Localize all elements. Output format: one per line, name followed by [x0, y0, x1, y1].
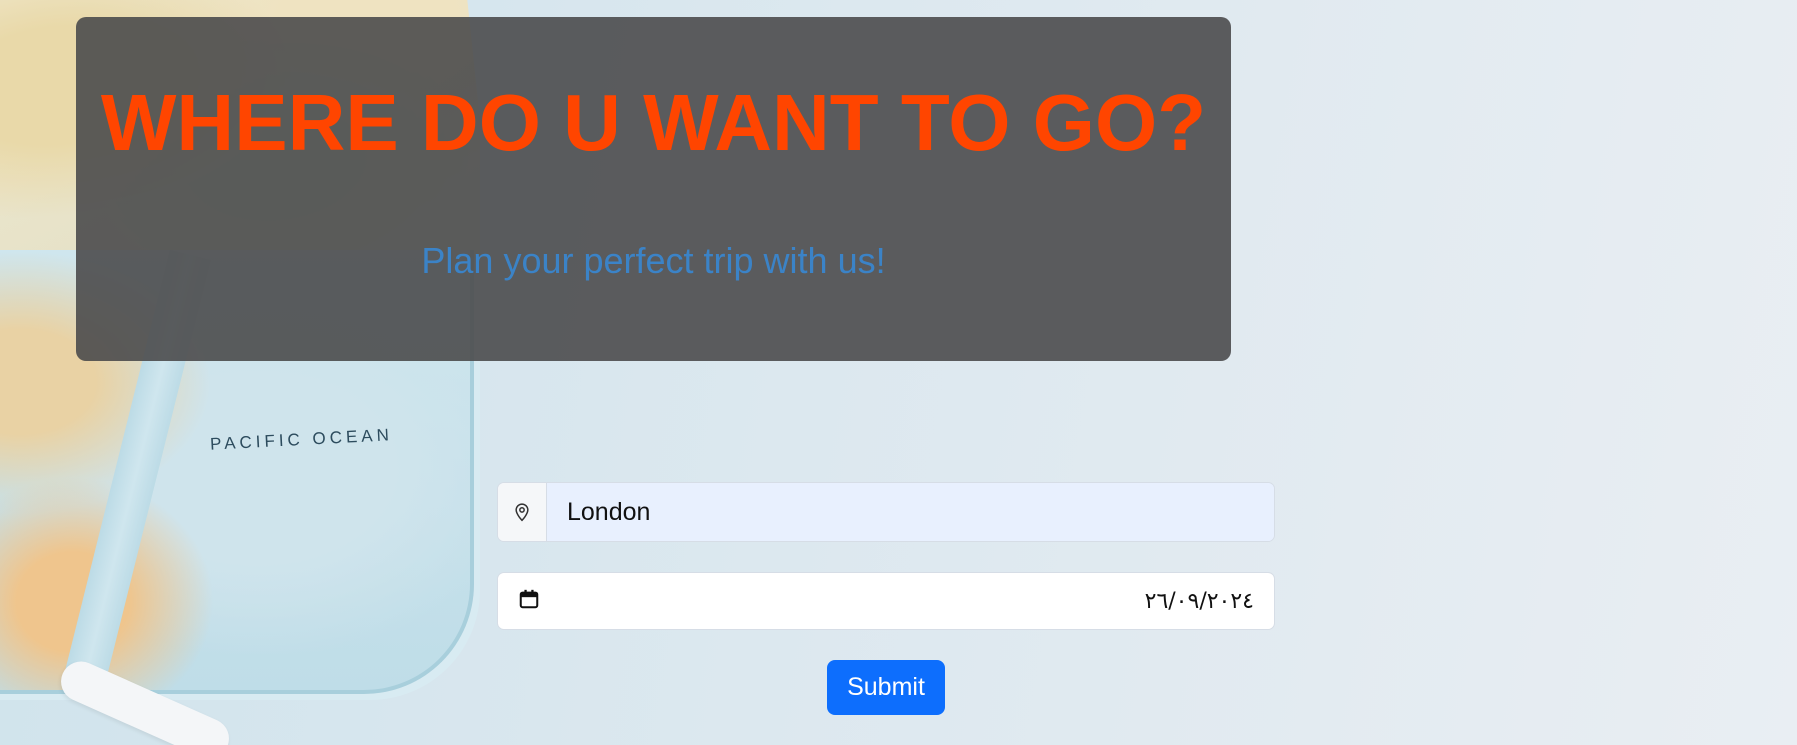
- trip-form: ٢٦/٠٩/٢٠٢٤ Submit: [497, 482, 1275, 715]
- page-title: WHERE DO U WANT TO GO?: [100, 78, 1207, 167]
- location-pin-icon: [498, 483, 547, 541]
- location-input[interactable]: [547, 483, 1274, 541]
- date-input[interactable]: ٢٦/٠٩/٢٠٢٤: [497, 572, 1275, 630]
- calendar-icon[interactable]: [518, 588, 540, 615]
- submit-button[interactable]: Submit: [827, 660, 945, 715]
- location-input-group: [497, 482, 1275, 542]
- hero-panel: WHERE DO U WANT TO GO? Plan your perfect…: [76, 17, 1231, 361]
- submit-wrap: Submit: [497, 660, 1275, 715]
- page-subtitle: Plan your perfect trip with us!: [421, 240, 886, 281]
- date-value: ٢٦/٠٩/٢٠٢٤: [1144, 588, 1254, 614]
